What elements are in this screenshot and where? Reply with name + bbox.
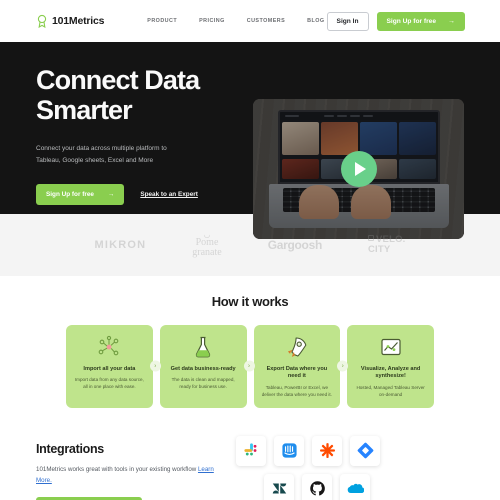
integrations-title: Integrations (36, 441, 104, 456)
play-button-icon[interactable] (340, 151, 377, 187)
integration-row (236, 435, 464, 466)
hero-video-thumbnail[interactable] (253, 99, 464, 239)
integrations-desc-text: 101Metrics works great with tools in you… (36, 465, 198, 473)
step-card[interactable]: Import all your data Import data from an… (66, 325, 161, 408)
step-card-title: Visualize, Analyze and synthesize! (360, 366, 421, 380)
hero-sign-up-button[interactable]: Sign Up for free → (36, 184, 125, 206)
flask-icon (191, 334, 215, 360)
github-icon[interactable] (302, 473, 332, 500)
step-card-desc: The data is clean and mapped, ready for … (171, 377, 235, 390)
chart-image-icon (379, 334, 403, 360)
integrations-description: 101Metrics works great with tools in you… (36, 464, 216, 486)
client-logo-line2: CITY (368, 244, 391, 255)
main-nav: PRODUCT PRICING CUSTOMERS BLOG (147, 18, 324, 24)
network-nodes-icon (97, 334, 121, 360)
hero-subtitle: Connect your data across multiple platfo… (36, 145, 167, 165)
integration-row (236, 473, 464, 500)
client-logo-line2: granate (192, 246, 222, 258)
logo[interactable]: 101Metrics (36, 14, 104, 28)
rocket-icon (285, 334, 309, 360)
client-logo-velocity: VELO. CITY (368, 235, 406, 255)
velocity-mark-icon (368, 235, 374, 242)
sign-in-button[interactable]: Sign In (326, 11, 369, 31)
step-card[interactable]: Get data business-ready The data is clea… (159, 325, 255, 408)
integration-logos-grid (236, 434, 464, 500)
nav-item-blog[interactable]: BLOG (307, 18, 324, 24)
hero-copy: Connect Data Smarter Connect your data a… (36, 60, 241, 206)
arrow-right-icon: → (448, 17, 455, 25)
chevron-right-icon: › (337, 360, 349, 372)
hero-title: Connect Data Smarter (36, 65, 200, 125)
how-it-works-section: How it works Import all your data Import… (0, 276, 500, 408)
sign-up-label: Sign Up for free (386, 17, 436, 25)
nav-item-pricing[interactable]: PRICING (199, 18, 225, 24)
nav-item-product[interactable]: PRODUCT (147, 18, 177, 24)
slack-icon[interactable] (236, 435, 266, 466)
client-logo-mikron: MIKRON (94, 239, 147, 251)
zendesk-icon[interactable] (264, 473, 294, 500)
zapier-icon[interactable] (312, 435, 342, 466)
logo-text: 101Metrics (52, 15, 105, 27)
step-card[interactable]: Export Data where you need it Tableau, P… (253, 325, 349, 408)
chevron-right-icon: › (243, 360, 255, 372)
integrations-copy: Integrations 101Metrics works great with… (36, 434, 216, 500)
header-actions: Sign In Sign Up for free → (326, 11, 465, 31)
chevron-right-icon: › (149, 360, 161, 372)
client-logo-pomegranate: ◡ Pome granate (192, 231, 222, 258)
101metrics-logo-icon (37, 14, 47, 28)
jira-icon[interactable] (350, 435, 380, 466)
intercom-icon[interactable] (274, 435, 304, 466)
hero-section: Connect Data Smarter Connect your data a… (0, 42, 500, 239)
speak-to-expert-link[interactable]: Speak to an Expert (140, 191, 198, 198)
landing-page: 101Metrics PRODUCT PRICING CUSTOMERS BLO… (0, 0, 500, 500)
step-card[interactable]: Visualize, Analyze and synthesize! Hoste… (347, 325, 434, 408)
step-card-title: Get data business-ready (170, 366, 236, 372)
play-triangle (354, 162, 366, 176)
hero-cta-group: Sign Up for free → Speak to an Expert (36, 184, 241, 206)
step-card-title: Export Data where you need it (266, 366, 328, 380)
how-it-works-cards: Import all your data Import data from an… (0, 325, 500, 408)
client-logo-gargoosh: Gargoosh (267, 238, 323, 252)
step-card-title: Import all your data (83, 366, 136, 372)
arrow-right-icon: → (107, 191, 115, 199)
nav-item-customers[interactable]: CUSTOMERS (247, 18, 285, 24)
step-card-desc: Import data from any data source, all in… (74, 377, 144, 390)
section-title: How it works (211, 294, 289, 309)
hero-sign-up-label: Sign Up for free (46, 191, 94, 199)
integrations-section: Integrations 101Metrics works great with… (0, 434, 500, 500)
step-card-desc: Hosted, Managed Tableau Server on-demand (356, 384, 425, 397)
site-header: 101Metrics PRODUCT PRICING CUSTOMERS BLO… (0, 0, 500, 42)
step-card-desc: Tableau, PowerBI or Excel, we deliver th… (261, 384, 332, 397)
salesforce-icon[interactable] (340, 473, 370, 500)
sign-up-button[interactable]: Sign Up for free → (376, 11, 465, 31)
